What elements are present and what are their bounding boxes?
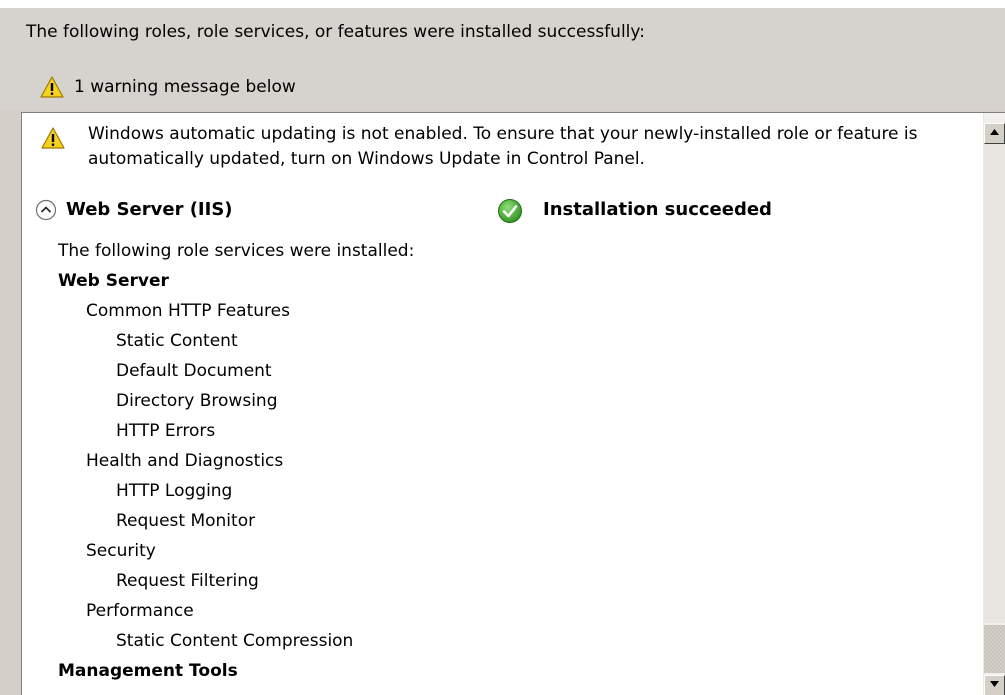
role-name: Web Server (IIS) bbox=[66, 199, 233, 220]
list-item: Management Tools bbox=[58, 661, 238, 681]
list-item: The following role services were install… bbox=[58, 241, 415, 261]
install-summary-text: The following roles, role services, or f… bbox=[26, 22, 645, 42]
list-item: Request Filtering bbox=[116, 571, 259, 591]
list-item: Request Monitor bbox=[116, 511, 256, 531]
success-check-icon bbox=[497, 198, 523, 229]
update-warning-text: Windows automatic updating is not enable… bbox=[88, 122, 980, 172]
list-item: Default Document bbox=[116, 361, 272, 381]
role-services-list: The following role services were install… bbox=[22, 236, 984, 686]
warning-icon bbox=[41, 127, 65, 149]
list-item: Static Content bbox=[116, 331, 238, 351]
results-content: Windows automatic updating is not enable… bbox=[22, 113, 984, 695]
warning-count-label: 1 warning message below bbox=[74, 77, 296, 97]
list-item: Performance bbox=[86, 601, 194, 621]
list-item: Health and Diagnostics bbox=[86, 451, 284, 471]
warning-summary: 1 warning message below bbox=[40, 74, 296, 100]
list-item: HTTP Errors bbox=[116, 421, 216, 441]
list-item: Common HTTP Features bbox=[86, 301, 290, 321]
vertical-scrollbar[interactable] bbox=[983, 113, 1005, 695]
scroll-down-arrow-icon[interactable] bbox=[984, 675, 1005, 695]
warning-icon bbox=[40, 76, 64, 98]
results-panel[interactable]: Windows automatic updating is not enable… bbox=[21, 112, 1005, 695]
list-item: Security bbox=[86, 541, 156, 561]
list-item: Static Content Compression bbox=[116, 631, 354, 651]
list-item: Directory Browsing bbox=[116, 391, 278, 411]
scroll-thumb[interactable] bbox=[984, 625, 1005, 673]
results-header: The following roles, role services, or f… bbox=[0, 8, 1005, 110]
update-warning-line2: automatically updated, turn on Windows U… bbox=[88, 149, 645, 169]
top-strip bbox=[0, 0, 1005, 8]
update-warning-line1: Windows automatic updating is not enable… bbox=[88, 124, 918, 144]
role-section-header: Web Server (IIS) Installation succeeded bbox=[22, 193, 984, 229]
scroll-up-arrow-icon[interactable] bbox=[984, 123, 1005, 144]
install-status-text: Installation succeeded bbox=[543, 199, 772, 220]
list-item: Web Server bbox=[58, 271, 169, 291]
scroll-track[interactable] bbox=[984, 144, 1005, 623]
chevron-up-circle-icon[interactable] bbox=[35, 199, 57, 221]
list-item: HTTP Logging bbox=[116, 481, 233, 501]
